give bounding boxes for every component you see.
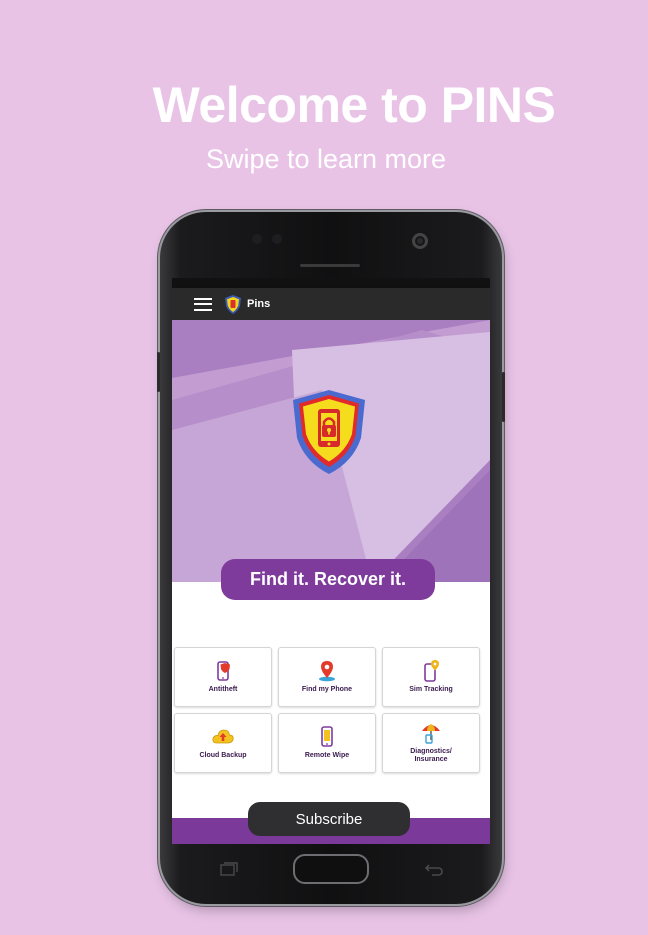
front-camera-icon <box>412 233 428 249</box>
feature-tile-sim-tracking[interactable]: Sim Tracking <box>382 647 480 707</box>
welcome-title: Welcome to PINS <box>152 77 556 133</box>
feature-label: Diagnostics/ Insurance <box>410 748 452 763</box>
hamburger-menu-icon[interactable] <box>194 297 212 311</box>
umbrella-icon <box>422 724 440 744</box>
hero-banner <box>172 320 490 582</box>
cloud-upload-icon <box>212 729 234 744</box>
feature-label: Antitheft <box>208 686 238 693</box>
back-icon[interactable] <box>422 862 444 876</box>
feature-tile-diagnostics-insurance[interactable]: Diagnostics/ Insurance <box>382 713 480 773</box>
feature-tile-remote-wipe[interactable]: Remote Wipe <box>278 713 376 773</box>
subscribe-button[interactable]: Subscribe <box>248 802 410 836</box>
phone-location-icon <box>424 660 439 682</box>
shield-lock-icon <box>293 390 365 474</box>
feature-grid: Antitheft Find my Phone Sim Tracking Clo… <box>173 647 490 773</box>
app-screen: Pins Find it. Recover it. Antitheft Find… <box>172 278 490 844</box>
recent-apps-icon[interactable] <box>220 862 238 876</box>
swipe-subtitle: Swipe to learn more <box>205 144 447 174</box>
feature-tile-find-my-phone[interactable]: Find my Phone <box>278 647 376 707</box>
feature-label: Find my Phone <box>301 686 353 693</box>
phone-shield-icon <box>217 661 230 681</box>
app-toolbar: Pins <box>172 288 490 320</box>
feature-label: Remote Wipe <box>304 752 350 759</box>
home-button[interactable] <box>293 854 369 884</box>
sensor-icon <box>252 234 262 244</box>
earpiece <box>300 264 360 267</box>
pins-logo-icon <box>225 294 241 314</box>
phone-wipe-icon <box>321 726 333 747</box>
tagline-banner: Find it. Recover it. <box>221 559 435 600</box>
map-pin-icon <box>319 661 335 682</box>
app-title: Pins <box>247 298 271 310</box>
feature-label: Cloud Backup <box>199 752 247 759</box>
power-button <box>502 372 505 422</box>
phone-mockup: Pins Find it. Recover it. Antitheft Find… <box>157 212 505 904</box>
feature-label: Sim Tracking <box>409 686 453 693</box>
feature-tile-antitheft[interactable]: Antitheft <box>174 647 272 707</box>
volume-button <box>157 352 160 392</box>
sensor-icon <box>272 234 282 244</box>
feature-tile-cloud-backup[interactable]: Cloud Backup <box>174 713 272 773</box>
status-bar <box>172 278 490 288</box>
